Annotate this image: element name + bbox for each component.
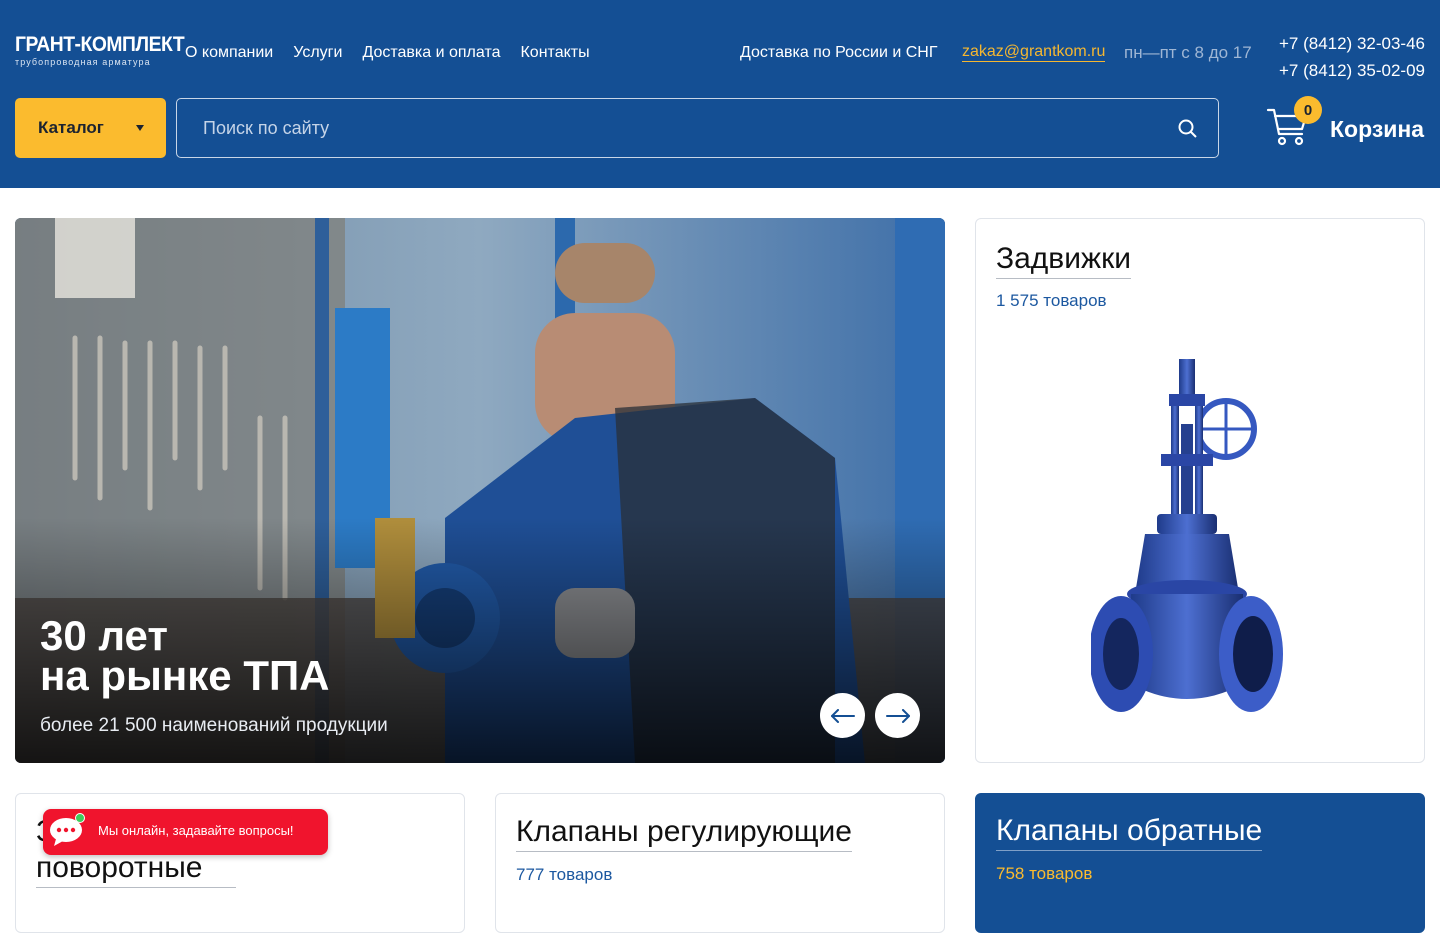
slider-prev-button[interactable] — [820, 693, 865, 738]
hero-slider: 30 лет на рынке ТПА более 21 500 наимено… — [15, 218, 945, 763]
logo-tagline: трубопроводная арматура — [15, 57, 151, 67]
category-card-gate-valves[interactable]: Задвижки 1 575 товаров — [975, 218, 1425, 763]
chat-message: Мы онлайн, задавайте вопросы! — [98, 823, 294, 838]
gate-valve-image — [1091, 359, 1283, 712]
logo-name: ГРАНТ-КОМПЛЕКТ — [15, 33, 185, 56]
cart-count-badge: 0 — [1294, 96, 1322, 124]
delivery-info: Доставка по России и СНГ — [740, 44, 938, 61]
logo[interactable]: ГРАНТ-КОМПЛЕКТ трубопроводная арматура — [15, 33, 185, 70]
cart[interactable]: 0 Корзина — [1266, 96, 1426, 156]
working-hours: пн—пт с 8 до 17 — [1124, 43, 1252, 62]
caret-down-icon — [136, 125, 144, 131]
category-title: Клапаны обратные — [996, 813, 1263, 851]
category-card-check-valves[interactable]: Клапаны обратные 758 товаров — [975, 793, 1425, 933]
category-title: Задвижки — [996, 241, 1131, 279]
catalog-label: Каталог — [38, 118, 104, 137]
phone-link-1[interactable]: +7 (8412) 32-03-46 — [1279, 30, 1425, 57]
nav-contacts[interactable]: Контакты — [520, 44, 589, 62]
category-card-control-valves[interactable]: Клапаны регулирующие 777 товаров — [495, 793, 945, 933]
hero-subtitle: более 21 500 наименований продукции — [40, 715, 388, 736]
search-bar — [176, 98, 1219, 158]
catalog-button[interactable]: Каталог — [15, 98, 166, 158]
category-count: 777 товаров — [516, 865, 613, 884]
online-status-dot — [75, 813, 85, 823]
nav-about[interactable]: О компании — [185, 44, 273, 62]
cart-label: Корзина — [1330, 116, 1425, 142]
category-count: 1 575 товаров — [996, 291, 1107, 310]
search-input[interactable] — [177, 99, 1137, 157]
arrow-left-icon — [830, 708, 855, 723]
slider-next-button[interactable] — [875, 693, 920, 738]
nav-services[interactable]: Услуги — [293, 44, 342, 62]
phone-link-2[interactable]: +7 (8412) 35-02-09 — [1279, 57, 1425, 84]
phones: +7 (8412) 32-03-46 +7 (8412) 35-02-09 — [1279, 30, 1425, 84]
site-header: ГРАНТ-КОМПЛЕКТ трубопроводная арматура О… — [0, 0, 1440, 188]
arrow-right-icon — [885, 708, 910, 723]
email-link[interactable]: zakaz@grantkom.ru — [962, 43, 1106, 62]
category-title: Клапаны регулирующие — [516, 814, 852, 852]
hero-title: 30 лет на рынке ТПА — [40, 612, 330, 699]
online-chat-widget[interactable]: Мы онлайн, задавайте вопросы! — [43, 809, 328, 855]
nav-delivery-payment[interactable]: Доставка и оплата — [362, 44, 500, 62]
category-count: 758 товаров — [996, 864, 1093, 883]
search-icon[interactable] — [1176, 117, 1200, 141]
main-nav: О компании Услуги Доставка и оплата Конт… — [185, 44, 590, 62]
